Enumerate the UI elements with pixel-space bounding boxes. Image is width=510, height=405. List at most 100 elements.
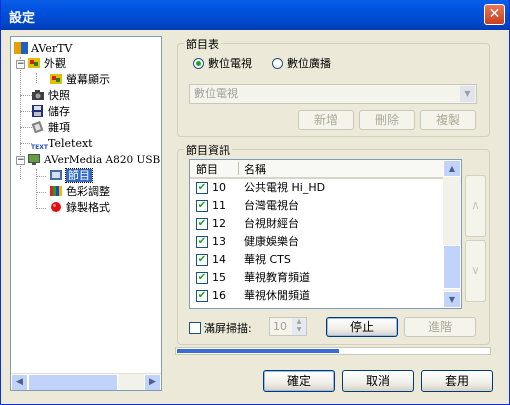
chevron-down-icon[interactable]: ▼	[460, 86, 475, 102]
radio-digital-radio[interactable]: 數位廣播	[272, 55, 331, 71]
column-header-name[interactable]: 名稱	[244, 161, 266, 177]
table-row[interactable]: ✔ 11 台灣電視台	[190, 197, 443, 215]
table-row[interactable]: ✔ 13 健康娛樂台	[190, 233, 443, 251]
table-row[interactable]: ✔ 16 華視休閒頻道	[190, 287, 443, 305]
tree-item-label: 外觀	[44, 57, 66, 70]
tree-item-programs[interactable]: 節目	[49, 168, 93, 184]
program-name: 台灣電視台	[244, 199, 299, 212]
scroll-up-icon[interactable]: ▲	[443, 160, 461, 177]
move-up-icon: ∧	[471, 198, 480, 212]
delete-button[interactable]: 刪除	[359, 110, 415, 130]
full-scan-label: 滿屏掃描:	[204, 322, 252, 335]
tree-item-label: AVerMedia A820 USB	[44, 154, 161, 166]
column-header-program[interactable]: 節目	[196, 161, 218, 177]
add-button[interactable]: 新增	[298, 110, 354, 130]
group-label: 節目資訊	[184, 142, 232, 158]
scroll-down-icon[interactable]: ▼	[443, 291, 461, 308]
table-row[interactable]: ✔ 15 華視教育頻道	[190, 269, 443, 287]
scroll-thumb[interactable]	[443, 245, 461, 289]
scroll-thumb[interactable]	[28, 374, 118, 390]
tree-item-label: 雜項	[48, 121, 70, 134]
apply-button[interactable]: 套用	[421, 370, 493, 392]
tree-item-appearance[interactable]: 外觀	[27, 56, 66, 72]
program-list[interactable]: 節目 名稱 ✔ 10 公共電視 Hi_HD ✔ 11 台灣電視台 ✔ 12 台視財經台 ✔ 13 健康…	[189, 159, 462, 309]
program-number: 11	[212, 199, 226, 212]
checkbox-icon[interactable]: ✔	[196, 272, 208, 284]
tree-item-record-format[interactable]: 錄製格式	[49, 200, 110, 216]
checkbox-icon[interactable]: ✔	[196, 290, 208, 302]
tree-item-misc[interactable]: 雜項	[31, 120, 70, 136]
program-number: 14	[212, 253, 226, 266]
tree-item-label: 錄製格式	[66, 201, 110, 214]
scan-progress-bar	[175, 347, 491, 355]
copy-button[interactable]: 複製	[420, 110, 476, 130]
program-name: 台視財經台	[244, 217, 299, 230]
tree-item-device[interactable]: AVerMedia A820 USB	[27, 152, 160, 168]
spin-arrows-icon[interactable]: ▲ ▼	[292, 318, 306, 335]
tree-item-color-adjust[interactable]: 色彩調整	[49, 184, 110, 200]
expand-toggle-device[interactable]: −	[16, 156, 25, 165]
avertv-logo-icon	[14, 42, 28, 54]
tree-item-label: Teletext	[48, 137, 93, 150]
stop-button[interactable]: 停止	[326, 317, 398, 337]
program-number: 10	[212, 181, 226, 194]
expand-toggle-appearance[interactable]: −	[16, 60, 25, 69]
appearance-icon	[27, 57, 41, 69]
radio-label: 數位廣播	[287, 57, 331, 70]
tools-icon	[31, 120, 45, 134]
scan-count-spinner[interactable]: 10 ▲ ▼	[269, 317, 307, 336]
group-label: 節目表	[184, 36, 221, 52]
scroll-left-icon[interactable]: ◀	[11, 374, 28, 390]
move-down-button[interactable]: ∨	[465, 240, 486, 302]
program-name: 華視休閒頻道	[244, 289, 310, 302]
program-name: 華視 CTS	[244, 253, 291, 266]
checkbox-icon[interactable]: ✔	[196, 254, 208, 266]
settings-tree[interactable]: AVerTV − 外觀 螢幕顯示 快照 儲存 雜項 TEXTTeletext −…	[10, 36, 162, 391]
tree-item-osd[interactable]: 螢幕顯示	[49, 72, 110, 88]
tree-item-label: 節目	[65, 168, 93, 183]
scroll-right-icon[interactable]: ▶	[144, 374, 161, 390]
combo-value: 數位電視	[194, 87, 238, 100]
tree-item-label: 色彩調整	[66, 185, 110, 198]
radio-unselected-icon	[272, 58, 283, 69]
title-bar[interactable]: 設定 ✕	[1, 0, 509, 30]
advanced-button[interactable]: 進階	[404, 317, 476, 337]
checkbox-icon[interactable]: ✔	[196, 182, 208, 194]
floppy-disk-icon	[31, 105, 45, 117]
checkbox-icon[interactable]: ✔	[196, 218, 208, 230]
radio-selected-icon	[193, 58, 204, 69]
close-button[interactable]: ✕	[484, 4, 505, 25]
tree-item-label: 螢幕顯示	[66, 73, 110, 86]
program-table-combo[interactable]: 數位電視 ▼	[189, 84, 477, 104]
checkbox-icon[interactable]: ✔	[196, 200, 208, 212]
progress-fill	[177, 349, 340, 353]
osd-icon	[49, 73, 63, 85]
full-scan-checkbox[interactable]: 滿屏掃描:	[189, 320, 252, 336]
list-header: 節目 名稱	[190, 160, 443, 179]
tree-item-storage[interactable]: 儲存	[31, 104, 70, 120]
spin-value: 10	[273, 320, 287, 333]
close-icon: ✕	[488, 6, 501, 22]
move-up-button[interactable]: ∧	[465, 175, 486, 237]
table-row[interactable]: ✔ 14 華視 CTS	[190, 251, 443, 269]
camera-icon	[31, 89, 45, 101]
checkbox-icon[interactable]: ✔	[196, 236, 208, 248]
ok-button[interactable]: 確定	[263, 370, 335, 392]
tree-item-label: 儲存	[48, 105, 70, 118]
radio-digital-tv[interactable]: 數位電視	[193, 55, 252, 71]
program-number: 13	[212, 235, 226, 248]
tree-horizontal-scrollbar[interactable]: ◀ ▶	[11, 373, 161, 390]
program-number: 16	[212, 289, 226, 302]
tree-item-teletext[interactable]: TEXTTeletext	[31, 136, 93, 152]
settings-dialog: 設定 ✕ AVerTV − 外觀 螢幕顯示 快照 儲存 雜項 TEXTTelet…	[0, 0, 510, 405]
tv-device-icon	[27, 153, 41, 165]
tree-item-snapshot[interactable]: 快照	[31, 88, 70, 104]
cancel-button[interactable]: 取消	[342, 370, 414, 392]
tree-item-label: AVerTV	[31, 42, 73, 55]
table-row[interactable]: ✔ 12 台視財經台	[190, 215, 443, 233]
record-icon	[49, 201, 63, 213]
program-name: 公共電視 Hi_HD	[244, 181, 326, 194]
table-row[interactable]: ✔ 10 公共電視 Hi_HD	[190, 179, 443, 197]
list-vertical-scrollbar[interactable]: ▲ ▼	[443, 160, 461, 308]
tree-item-avertv[interactable]: AVerTV	[14, 41, 72, 57]
